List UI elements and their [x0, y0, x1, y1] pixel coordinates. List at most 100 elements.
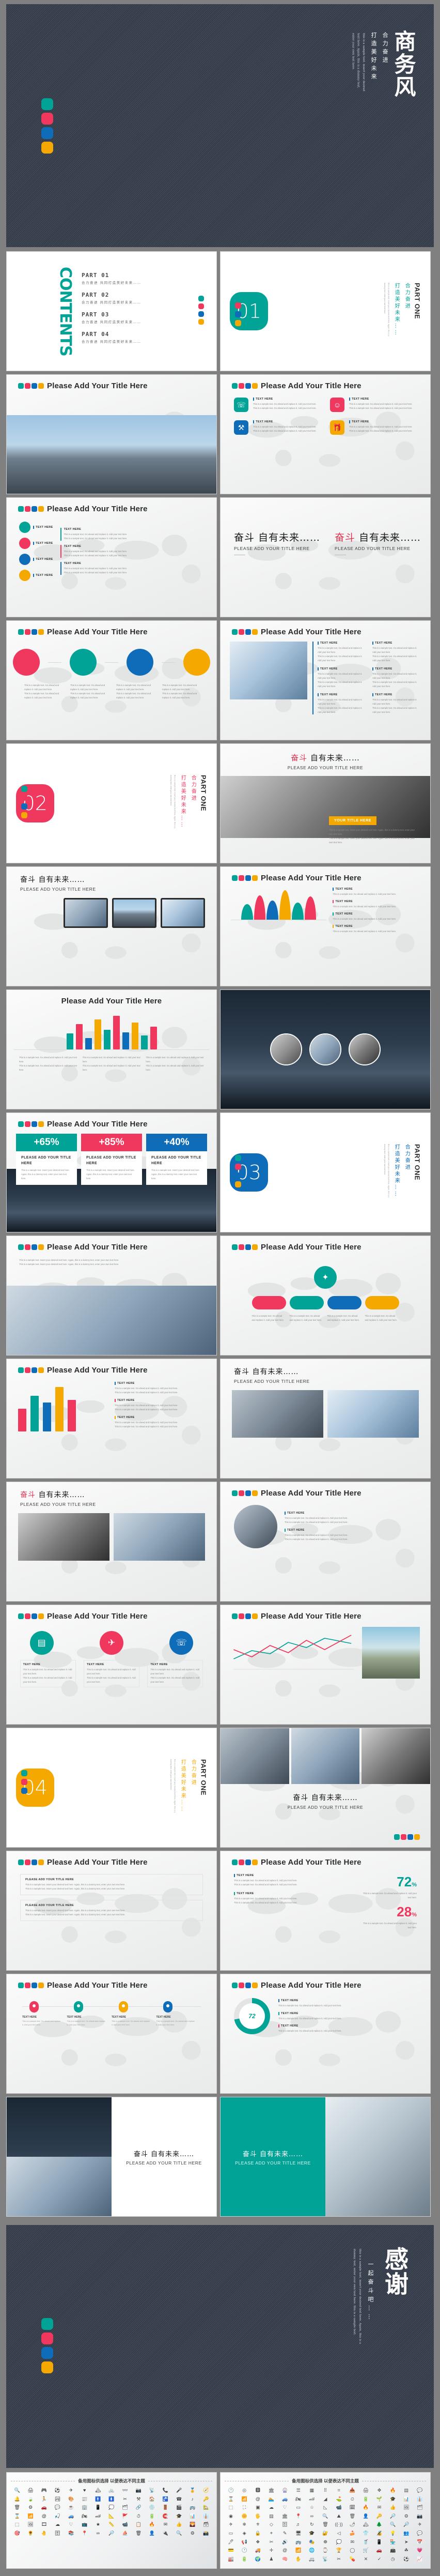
- sheet-icon-22[interactable]: ◢: [319, 2496, 332, 2503]
- sheet-icon-42[interactable]: 🎬: [173, 2504, 185, 2511]
- sheet-icon-38[interactable]: 🗂: [119, 2504, 131, 2511]
- pill[interactable]: [365, 1296, 399, 1309]
- slide-part-01[interactable]: 01 PART ONE 合力奋进 打造美好未来…… this is a samp…: [220, 251, 431, 371]
- sheet-icon-5[interactable]: ☰: [292, 2487, 305, 2494]
- sheet-icon-32[interactable]: 🚗: [38, 2504, 50, 2511]
- sheet-icon-27[interactable]: ☎: [173, 2496, 185, 2503]
- sheet-icon-78[interactable]: 🗄: [51, 2530, 64, 2537]
- sheet-icon-44[interactable]: 🏡: [200, 2504, 212, 2511]
- sheet-icon-72[interactable]: 🔍: [387, 2521, 399, 2528]
- sheet-icon-6[interactable]: ▦: [306, 2487, 318, 2494]
- sheet-icon-82[interactable]: 🔎: [105, 2530, 118, 2537]
- slide-bar-chart[interactable]: Please Add Your Title Here This is a sam…: [6, 989, 217, 1109]
- sheet-icon-7[interactable]: 🚲: [105, 2487, 118, 2494]
- feature-item[interactable]: ☺ TEXT HERE This is a sample text. Go ah…: [330, 398, 417, 412]
- sheet-icon-85[interactable]: 👤: [146, 2530, 158, 2537]
- sheet-icon-73[interactable]: 🌄: [186, 2521, 199, 2528]
- sheet-icon-86[interactable]: 🔌: [159, 2530, 171, 2537]
- sheet-icon-26[interactable]: 🌱: [373, 2496, 385, 2503]
- sheet-icon-43[interactable]: 🚌: [186, 2504, 199, 2511]
- sheet-icon-84[interactable]: 🗑: [132, 2530, 145, 2537]
- sheet-icon-36[interactable]: ☆: [306, 2504, 318, 2511]
- sheet-icon-65[interactable]: 📺: [78, 2521, 91, 2528]
- slide-teal-escalator[interactable]: 奋斗 自有未来…… PLEASE ADD YOUR TITLE HERE: [220, 2097, 431, 2217]
- sheet-icon-131[interactable]: ✓: [373, 2556, 385, 2563]
- slide-node-diagram[interactable]: Please Add Your Title Here TEXT HERE TEX…: [6, 497, 217, 617]
- sheet-icon-41[interactable]: ✉: [373, 2504, 385, 2511]
- sheet-icon-46[interactable]: 📶: [24, 2513, 37, 2520]
- sheet-icon-104[interactable]: 📅: [414, 2539, 426, 2545]
- sheet-icon-116[interactable]: 🚗: [373, 2547, 385, 2554]
- sheet-icon-36[interactable]: 📱: [92, 2504, 104, 2511]
- slide-building-photo[interactable]: Please Add Your Title Here This is a sam…: [6, 1236, 217, 1355]
- sheet-icon-123[interactable]: ♟: [265, 2556, 277, 2563]
- sheet-icon-66[interactable]: ↻: [306, 2521, 318, 2528]
- sheet-icon-13[interactable]: 🏅: [186, 2487, 199, 2494]
- feature-item[interactable]: ⚒ TEXT HERE This is a sample text. Go ah…: [234, 420, 321, 435]
- slide-desk-photo[interactable]: Please Add Your Title Here TEXT HERE This…: [220, 620, 431, 740]
- sheet-icon-110[interactable]: 📶: [292, 2547, 305, 2554]
- slide-feature-icons[interactable]: Please Add Your Title Here ☏ TEXT HERE T…: [220, 374, 431, 494]
- sheet-icon-0[interactable]: 🕐: [225, 2487, 237, 2494]
- sheet-icon-53[interactable]: 🚩: [119, 2513, 131, 2520]
- sheet-icon-91[interactable]: 📢: [238, 2539, 250, 2545]
- sheet-icon-14[interactable]: 💬: [414, 2487, 426, 2494]
- sheet-icon-49[interactable]: 🏛: [279, 2513, 291, 2520]
- sheet-icon-64[interactable]: 🗄: [279, 2521, 291, 2528]
- sheet-icon-30[interactable]: 🗑: [11, 2504, 23, 2511]
- sheet-icon-102[interactable]: 🏪: [387, 2539, 399, 2545]
- sheet-icon-51[interactable]: 🏎: [92, 2513, 104, 2520]
- sheet-icon-120[interactable]: 🏭: [225, 2556, 237, 2563]
- sheet-icon-46[interactable]: 🌼: [238, 2513, 250, 2520]
- sheet-icon-12[interactable]: 🎤: [173, 2487, 185, 2494]
- slide-part-04[interactable]: 04 PART ONE 合力奋进 打造美好未来…… this is a samp…: [6, 1728, 217, 1848]
- pill[interactable]: [252, 1296, 286, 1309]
- percent-card[interactable]: +85% PLEASE ADD YOUR TITLE HERE This is a…: [81, 1134, 142, 1185]
- sheet-icon-132[interactable]: ◷: [387, 2556, 399, 2563]
- sheet-icon-87[interactable]: 🔍: [173, 2530, 185, 2537]
- sheet-icon-62[interactable]: 🎞: [38, 2521, 50, 2528]
- sheet-icon-79[interactable]: ✎: [279, 2530, 291, 2537]
- sheet-icon-85[interactable]: 👕: [359, 2530, 372, 2537]
- icon-sheet-line[interactable]: 备用图标供选择 以便表达不同主题 🕐 ◎ 🅳 🏛 🎡 ☰ ▦ ⠿ ⌗ 📥 🖨 ✥ 🔥 ▤ 💬 ⌛ 📶 @ 🏊 🚙 🏍 🏎 ◢…: [220, 2472, 431, 2569]
- sheet-icon-31[interactable]: ⛶: [238, 2504, 250, 2511]
- sheet-icon-107[interactable]: 🚚: [252, 2547, 264, 2554]
- sheet-icon-87[interactable]: 💡: [387, 2530, 399, 2537]
- sheet-icon-129[interactable]: 💊: [346, 2556, 358, 2563]
- sheet-icon-71[interactable]: ✉: [159, 2521, 171, 2528]
- sheet-icon-68[interactable]: 📹: [119, 2521, 131, 2528]
- slide-mountain-chart[interactable]: Please Add Your Title Here TEXT HERE Thi…: [220, 866, 431, 986]
- sheet-icon-68[interactable]: ((·)): [333, 2521, 345, 2528]
- sheet-icon-11[interactable]: ✥: [373, 2487, 385, 2494]
- sheet-icon-3[interactable]: ⚽: [51, 2487, 64, 2494]
- sheet-icon-94[interactable]: 🔊: [279, 2539, 291, 2545]
- sheet-icon-50[interactable]: 🏍: [78, 2513, 91, 2520]
- slide-line-chart[interactable]: Please Add Your Title Here: [220, 1605, 431, 1725]
- sheet-icon-15[interactable]: 🔔: [11, 2496, 23, 2503]
- slide-circles[interactable]: Please Add Your Title Here This is a sam…: [6, 620, 217, 740]
- sheet-icon-64[interactable]: ♡: [65, 2521, 77, 2528]
- pill[interactable]: [327, 1296, 362, 1309]
- sheet-icon-121[interactable]: 🔋: [238, 2556, 250, 2563]
- sheet-icon-65[interactable]: ♬: [292, 2521, 305, 2528]
- sheet-icon-19[interactable]: 🚙: [279, 2496, 291, 2503]
- sheet-icon-114[interactable]: ◯: [346, 2547, 358, 2554]
- sheet-icon-52[interactable]: 📐: [105, 2513, 118, 2520]
- sheet-icon-113[interactable]: 🏆: [333, 2547, 345, 2554]
- icon-grid[interactable]: 🕐 ◎ 🅳 🏛 🎡 ☰ ▦ ⠿ ⌗ 📥 🖨 ✥ 🔥 ▤ 💬 ⌛ 📶 @ 🏊 🚙 🏍 🏎 ◢ ⛳ ⏲ 🔋 🌱 🎓 📊 👔 ⬚ ⛶ ▣ ☁ ♡ ▭ ☆ ◺ 📹 🗓…: [225, 2487, 426, 2562]
- sheet-icon-90[interactable]: 🖊: [225, 2539, 237, 2545]
- sheet-icon-81[interactable]: 🎓: [306, 2530, 318, 2537]
- icon-grid[interactable]: 🔍 🖨 🎮 ⚽ ✈ ♥ 🏔 🚲 👓 📷 📡 📞 🎤 🏅 🧭 🔔 🍃 🏃 🏞 🎨 📰 🚹 🚺 ✂ ⚒ 🏠 🚰 ☎ ♪ 🔑 🗑 ⚙ 🚗 💬 ☕ 🏢 📱 💭 🗂 🔗…: [11, 2487, 212, 2537]
- sheet-icon-118[interactable]: ☘: [400, 2547, 413, 2554]
- sheet-icon-125[interactable]: ✋: [292, 2556, 305, 2563]
- slide-city-photo[interactable]: Please Add Your Title Here: [6, 374, 217, 494]
- sheet-icon-7[interactable]: ⠿: [319, 2487, 332, 2494]
- sheet-icon-18[interactable]: 🏞: [51, 2496, 64, 2503]
- sheet-icon-1[interactable]: 🖨: [24, 2487, 37, 2494]
- slide-meeting-photo[interactable]: 奋斗 自有未来…… PLEASE ADD YOUR TITLE HERE: [6, 1482, 217, 1602]
- sheet-icon-38[interactable]: 📹: [333, 2504, 345, 2511]
- sheet-icon-112[interactable]: ⌚: [319, 2547, 332, 2554]
- timeline-pin[interactable]: [163, 2001, 173, 2013]
- sheet-icon-133[interactable]: ⚽: [400, 2556, 413, 2563]
- slide-dark-city[interactable]: 奋斗 自有未来…… PLEASE ADD YOUR TITLE HERE: [6, 2097, 217, 2217]
